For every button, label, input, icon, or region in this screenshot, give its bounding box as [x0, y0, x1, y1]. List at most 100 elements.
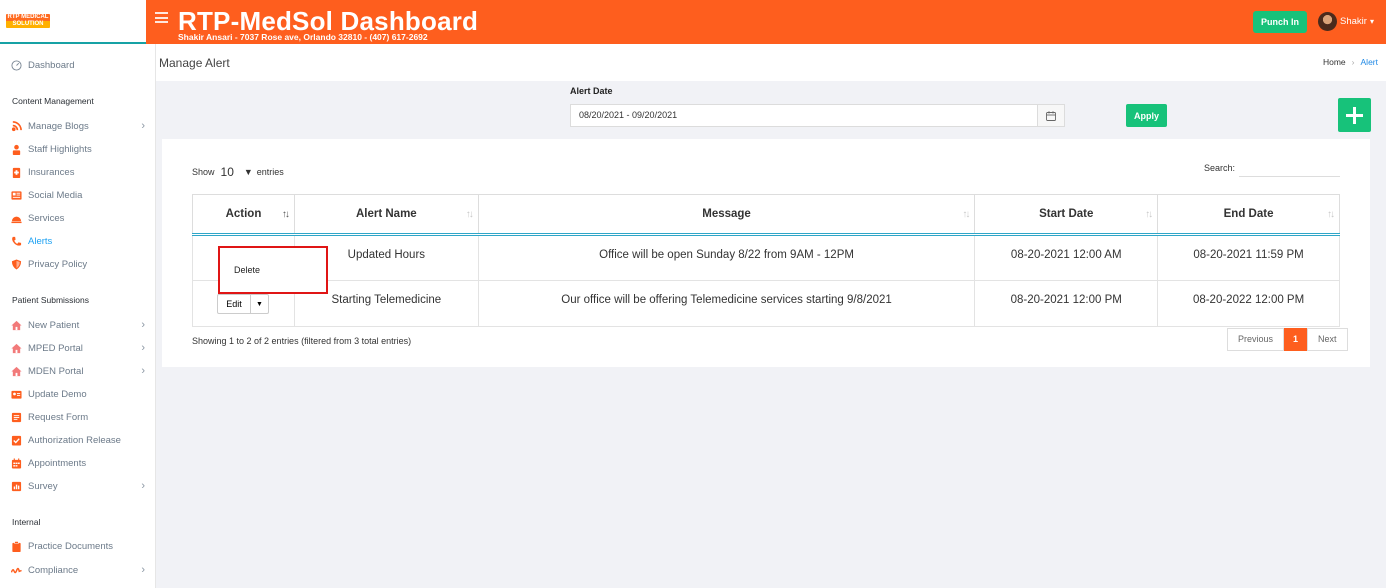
- alerts-card: Show 10 ▼ entries Search: Action ↑↓ Alert …: [162, 139, 1370, 367]
- plus-icon: [1346, 106, 1363, 124]
- previous-page-button[interactable]: Previous: [1227, 328, 1285, 351]
- end-date-cell: 08-20-2022 12:00 PM: [1157, 280, 1340, 327]
- sidebar-item-alerts[interactable]: Alerts: [0, 232, 155, 250]
- sidebar-item-privacy-policy[interactable]: Privacy Policy: [0, 255, 155, 273]
- clipboard-icon: [11, 540, 22, 552]
- entries-select[interactable]: 10 ▼: [221, 165, 253, 179]
- chevron-down-icon: ▼: [243, 167, 253, 177]
- user-name: Shakir: [1340, 16, 1367, 27]
- shield-icon: [11, 258, 22, 270]
- section-heading-patient: Patient Submissions: [12, 295, 90, 305]
- table-row: Edit ▼ Starting Telemedicine Our office …: [192, 280, 1340, 327]
- sidebar-item-new-patient[interactable]: New Patient ›: [0, 316, 155, 334]
- punch-in-button[interactable]: Punch In: [1253, 11, 1307, 33]
- column-header-action[interactable]: Action ↑↓: [192, 194, 295, 236]
- chevron-right-icon: ›: [141, 342, 145, 354]
- column-header-start-date[interactable]: Start Date ↑↓: [974, 194, 1159, 236]
- logo[interactable]: RTP MEDICAL SOLUTION: [6, 14, 50, 28]
- page-title: Manage Alert: [159, 56, 230, 70]
- breadcrumb-home[interactable]: Home: [1323, 57, 1346, 67]
- sort-icon: ↑↓: [1145, 209, 1153, 220]
- sidebar-item-label: Survey: [28, 480, 58, 492]
- message-cell: Office will be open Sunday 8/22 from 9AM…: [477, 234, 976, 281]
- top-header: RTP-MedSol Dashboard Shakir Ansari - 703…: [146, 0, 1386, 44]
- calendar-button[interactable]: [1038, 104, 1065, 127]
- sidebar-item-staff-highlights[interactable]: Staff Highlights: [0, 140, 155, 158]
- home-icon: [11, 320, 22, 331]
- breadcrumb-current: Alert: [1360, 57, 1378, 67]
- sidebar-item-mped-portal[interactable]: MPED Portal ›: [0, 339, 155, 357]
- sidebar-item-label: Compliance: [28, 564, 79, 576]
- sidebar-item-dashboard[interactable]: Dashboard: [0, 56, 155, 74]
- phone-icon: [11, 236, 22, 247]
- chevron-right-icon: ›: [141, 120, 145, 132]
- sidebar-item-label: Staff Highlights: [28, 143, 92, 155]
- section-heading-internal: Internal: [12, 517, 41, 527]
- sidebar-item-label: Alerts: [28, 235, 53, 247]
- menu-icon[interactable]: [155, 12, 168, 23]
- sidebar-item-services[interactable]: Services: [0, 209, 155, 227]
- breadcrumb: Home › Alert: [1323, 57, 1378, 67]
- sidebar-item-label: Update Demo: [28, 388, 87, 400]
- next-page-button[interactable]: Next: [1307, 328, 1348, 351]
- sidebar-item-mden-portal[interactable]: MDEN Portal ›: [0, 362, 155, 380]
- insurance-icon: [11, 167, 22, 178]
- sort-asc-icon: ↑↓: [281, 209, 290, 220]
- apply-button[interactable]: Apply: [1126, 104, 1167, 127]
- alert-date-label: Alert Date: [570, 86, 613, 96]
- column-header-end-date[interactable]: End Date ↑↓: [1157, 194, 1340, 236]
- home-icon: [11, 366, 22, 377]
- sidebar-item-request-form[interactable]: Request Form: [0, 408, 155, 426]
- sidebar-item-label: MDEN Portal: [28, 365, 84, 377]
- sidebar-item-practice-documents[interactable]: Practice Documents: [0, 537, 155, 555]
- user-menu[interactable]: Shakir ▾: [1318, 12, 1374, 31]
- sidebar-item-authorization-release[interactable]: Authorization Release: [0, 431, 155, 449]
- column-header-alert-name[interactable]: Alert Name ↑↓: [293, 194, 479, 236]
- sidebar-item-label: Insurances: [28, 166, 75, 178]
- calendar-icon: [11, 457, 22, 469]
- sidebar-item-label: Practice Documents: [28, 540, 114, 552]
- sidebar-item-compliance[interactable]: Compliance ›: [0, 561, 155, 579]
- chart-icon: [11, 481, 22, 492]
- sidebar-item-label: Services: [28, 212, 65, 224]
- entries-label: entries: [256, 167, 284, 177]
- signature-icon: [11, 565, 22, 576]
- sidebar-item-label: MPED Portal: [28, 342, 83, 354]
- action-dropdown-toggle[interactable]: ▼: [251, 294, 269, 314]
- action-dropdown-menu: Delete: [218, 246, 328, 294]
- search-input[interactable]: [1239, 160, 1340, 177]
- section-heading-content: Content Management: [12, 96, 94, 106]
- id-card-icon: [11, 389, 22, 400]
- table-info: Showing 1 to 2 of 2 entries (filtered fr…: [192, 336, 412, 346]
- date-range-input[interactable]: 08/20/2021 - 09/20/2021: [570, 104, 1038, 127]
- sort-icon: ↑↓: [962, 209, 970, 220]
- logo-area: RTP MEDICAL SOLUTION: [0, 0, 155, 44]
- services-icon: [11, 213, 22, 224]
- sidebar-item-survey[interactable]: Survey ›: [0, 477, 155, 495]
- message-cell: Our office will be offering Telemedicine…: [477, 280, 976, 327]
- staff-icon: [11, 144, 22, 155]
- sidebar-item-label: Authorization Release: [28, 434, 121, 446]
- sort-icon: ↑↓: [1327, 209, 1335, 220]
- chevron-right-icon: ›: [141, 319, 145, 331]
- pagination: Previous 1 Next: [1227, 328, 1348, 351]
- sidebar-item-insurances[interactable]: Insurances: [0, 163, 155, 181]
- sidebar-item-label: Request Form: [28, 411, 89, 423]
- entries-value: 10: [220, 165, 234, 179]
- sidebar-item-manage-blogs[interactable]: Manage Blogs ›: [0, 117, 155, 135]
- sidebar-item-social-media[interactable]: Social Media: [0, 186, 155, 204]
- add-alert-button[interactable]: [1338, 98, 1371, 132]
- sidebar-item-appointments[interactable]: Appointments: [0, 454, 155, 472]
- page-1-button[interactable]: 1: [1284, 328, 1308, 351]
- delete-menu-item[interactable]: Delete: [234, 265, 260, 275]
- sidebar-item-label: Manage Blogs: [28, 120, 89, 132]
- alerts-table: Action ↑↓ Alert Name ↑↓ Message ↑↓ Start Da…: [192, 194, 1340, 327]
- social-icon: [11, 190, 22, 201]
- sidebar-item-label: New Patient: [28, 319, 80, 331]
- edit-button[interactable]: Edit: [217, 294, 251, 314]
- check-icon: [11, 435, 22, 446]
- page-bar: Manage Alert Home › Alert: [156, 44, 1386, 81]
- show-label: Show: [192, 167, 215, 177]
- column-header-message[interactable]: Message ↑↓: [477, 194, 976, 236]
- sidebar-item-update-demo[interactable]: Update Demo: [0, 385, 155, 403]
